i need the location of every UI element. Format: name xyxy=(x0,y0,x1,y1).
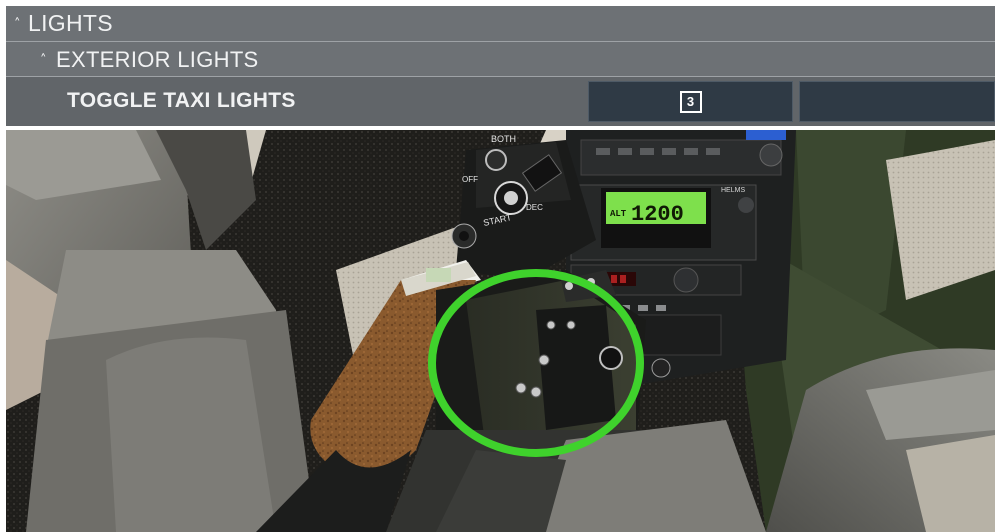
svg-text:HELMS: HELMS xyxy=(721,187,745,194)
chevron-up-icon: ˄ xyxy=(14,17,21,32)
key-cap: 3 xyxy=(679,90,702,113)
primary-binding-slot[interactable]: 3 xyxy=(588,81,793,122)
binding-action-label: TOGGLE TAXI LIGHTS xyxy=(67,89,296,112)
knob-label-off: OFF xyxy=(462,175,478,184)
display-value: 1200 xyxy=(631,202,684,227)
knob-label-both: BOTH xyxy=(491,134,516,144)
secondary-binding-slot[interactable] xyxy=(799,81,995,122)
subcategory-exterior-lights-label: EXTERIOR LIGHTS xyxy=(56,47,259,72)
display-mode: ALT xyxy=(610,209,627,219)
chevron-up-icon: ˄ xyxy=(40,53,47,68)
category-lights[interactable]: ˄ LIGHTS xyxy=(6,6,995,41)
knob-label-dec: DEC xyxy=(526,203,543,212)
category-lights-label: LIGHTS xyxy=(28,10,113,36)
subcategory-exterior-lights[interactable]: ˄ EXTERIOR LIGHTS xyxy=(6,42,995,76)
cockpit-view: ALT 1200 HELMS BOTH OFF START DEC xyxy=(6,130,995,532)
binding-row-toggle-taxi-lights[interactable]: TOGGLE TAXI LIGHTS 3 xyxy=(6,77,995,126)
key-binding-menu: ˄ LIGHTS ˄ EXTERIOR LIGHTS TOGGLE TAXI L… xyxy=(6,6,995,126)
